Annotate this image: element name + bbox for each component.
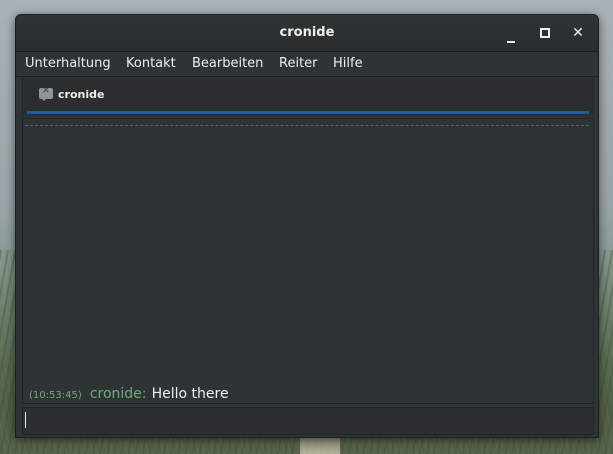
- menu-bar: Unterhaltung Kontakt Bearbeiten Reiter H…: [16, 52, 598, 77]
- conversation-view[interactable]: (10:53:45) cronide: Hello there: [22, 118, 594, 404]
- menu-bearbeiten[interactable]: Bearbeiten: [192, 56, 263, 71]
- text-cursor: [25, 412, 26, 428]
- message-text: Hello there: [151, 386, 229, 402]
- message-sender: cronide:: [89, 386, 147, 402]
- minimize-button[interactable]: [501, 23, 521, 43]
- tab-label: cronide: [58, 88, 105, 101]
- tab-cronide[interactable]: ✕ cronide: [27, 78, 589, 114]
- maximize-icon: [540, 28, 550, 38]
- message-row: (10:53:45) cronide: Hello there: [29, 383, 229, 402]
- conversation-divider: [25, 125, 589, 126]
- chat-bubble-icon: ✕: [39, 86, 53, 101]
- close-button[interactable]: ✕: [568, 23, 588, 43]
- tab-bar: ✕ cronide: [22, 78, 594, 116]
- menu-hilfe[interactable]: Hilfe: [333, 56, 363, 71]
- title-bar[interactable]: cronide ✕: [16, 15, 598, 52]
- menu-reiter[interactable]: Reiter: [279, 56, 318, 71]
- message-timestamp: (10:53:45): [29, 390, 82, 401]
- menu-unterhaltung[interactable]: Unterhaltung: [25, 56, 111, 71]
- maximize-button[interactable]: [535, 23, 555, 43]
- close-icon: ✕: [572, 25, 584, 41]
- minimize-icon: [507, 41, 515, 43]
- chat-window: cronide ✕ Unterhaltung Kontakt Bearbeite…: [15, 14, 599, 438]
- active-tab-indicator: [27, 111, 589, 114]
- message-input[interactable]: [22, 407, 594, 435]
- tab-icon-glyph: ✕: [42, 86, 50, 96]
- menu-kontakt[interactable]: Kontakt: [126, 56, 176, 71]
